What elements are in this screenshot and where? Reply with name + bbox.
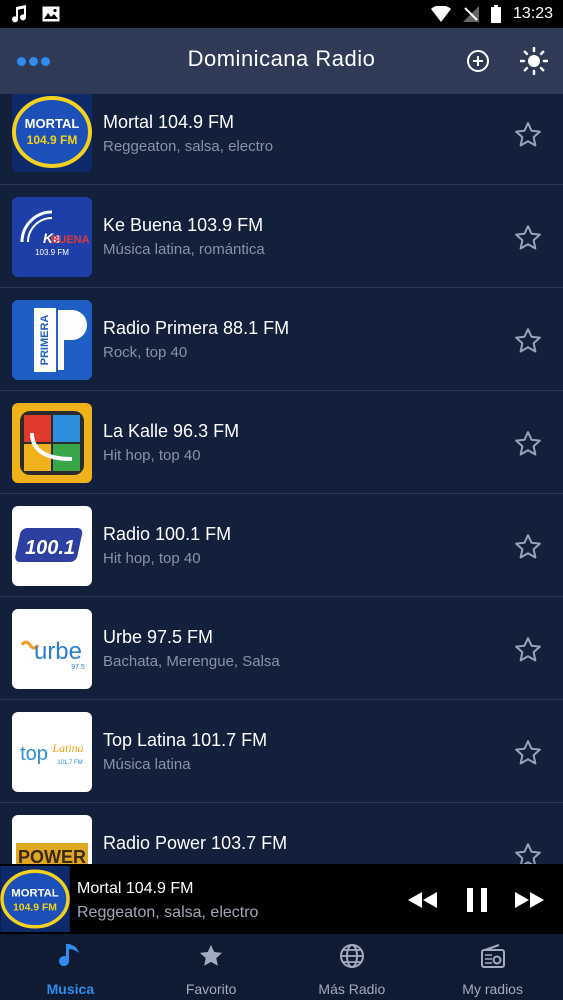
status-bar: 13:23	[0, 0, 563, 28]
favorite-star-icon[interactable]	[513, 326, 543, 356]
svg-text:103.9 FM: 103.9 FM	[35, 248, 69, 257]
tab-my-radios[interactable]: My radios	[422, 934, 563, 1000]
favorite-star-icon[interactable]	[513, 120, 543, 150]
station-genre: Rock, top 40	[103, 344, 188, 361]
tab-label: Más Radio	[318, 981, 386, 997]
bottom-navigation: Musica Favorito Más Radio My radios	[0, 934, 563, 1000]
station-row[interactable]: PRIMERA Radio Primera 88.1 FM Rock, top …	[0, 288, 563, 391]
svg-text:urbe: urbe	[34, 638, 82, 665]
station-logo: MORTAL 104.9 FM	[12, 94, 92, 172]
svg-text:101.7 FM: 101.7 FM	[57, 760, 82, 766]
station-logo: top Latina 101.7 FM	[12, 712, 92, 792]
svg-text:104.9 FM: 104.9 FM	[13, 902, 57, 913]
tab-label: Musica	[46, 981, 95, 997]
station-logo: Ke BUENA 103.9 FM	[12, 197, 92, 277]
station-genre: Música latina, romántica	[103, 241, 265, 258]
station-name: La Kalle 96.3 FM	[103, 421, 240, 441]
favorite-star-icon[interactable]	[513, 635, 543, 665]
add-circle-icon[interactable]	[464, 47, 492, 75]
station-row[interactable]: top Latina 101.7 FM Top Latina 101.7 FM Mú…	[0, 700, 563, 803]
favorite-star-icon[interactable]	[513, 532, 543, 562]
station-row[interactable]: 100.1 Radio 100.1 FM Hit hop, top 40	[0, 494, 563, 597]
station-name: Urbe 97.5 FM	[103, 627, 214, 647]
pause-icon[interactable]	[460, 884, 494, 916]
svg-text:MORTAL: MORTAL	[25, 116, 80, 131]
now-playing-title: Mortal 104.9 FM	[77, 880, 194, 897]
image-notification-icon	[42, 6, 60, 22]
tab-label: My radios	[462, 981, 523, 997]
favorite-star-icon[interactable]	[513, 223, 543, 253]
mini-player[interactable]: MORTAL 104.9 FM Mortal 104.9 FM Reggeaton…	[0, 864, 563, 934]
globe-icon	[338, 942, 366, 975]
station-name: Top Latina 101.7 FM	[103, 730, 268, 750]
station-genre: Hit hop, top 40	[103, 447, 201, 464]
svg-text:POWER: POWER	[18, 847, 86, 864]
now-playing-logo: MORTAL 104.9 FM	[0, 866, 70, 932]
rewind-icon[interactable]	[406, 884, 440, 916]
station-genre: Bachata, Merengue, Salsa	[103, 653, 280, 670]
favorite-star-icon[interactable]	[513, 429, 543, 459]
svg-text:top: top	[20, 743, 48, 765]
svg-text:MORTAL: MORTAL	[11, 887, 58, 899]
station-logo	[12, 403, 92, 483]
station-name: Radio Primera 88.1 FM	[103, 318, 290, 338]
tab-mas-radio[interactable]: Más Radio	[282, 934, 423, 1000]
station-name: Radio 100.1 FM	[103, 524, 232, 544]
battery-icon	[490, 5, 501, 23]
status-time: 13:23	[512, 5, 553, 22]
svg-text:100.1: 100.1	[25, 537, 75, 559]
now-playing-genre: Reggeaton, salsa, electro	[77, 904, 259, 921]
station-row[interactable]: La Kalle 96.3 FM Hit hop, top 40	[0, 391, 563, 494]
station-logo: urbe 97.5	[12, 609, 92, 689]
tab-favorito[interactable]: Favorito	[141, 934, 282, 1000]
svg-text:Latina: Latina	[51, 741, 83, 755]
station-genre: Hit hop, top 40	[103, 550, 201, 567]
station-row[interactable]: MORTAL 104.9 FM Mortal 104.9 FM Reggeaton…	[0, 94, 563, 185]
station-genre: Música latina	[103, 756, 191, 773]
tab-musica[interactable]: Musica	[0, 934, 141, 1000]
music-note-icon	[57, 942, 83, 975]
station-list[interactable]: MORTAL 104.9 FM Mortal 104.9 FM Reggeaton…	[0, 94, 563, 864]
music-notification-icon	[10, 5, 30, 23]
station-name: Radio Power 103.7 FM	[103, 833, 288, 853]
svg-text:104.9 FM: 104.9 FM	[27, 133, 78, 147]
svg-text:PRIMERA: PRIMERA	[39, 315, 51, 366]
svg-text:BUENA: BUENA	[50, 234, 89, 246]
station-row[interactable]: urbe 97.5 Urbe 97.5 FM Bachata, Merengue,…	[0, 597, 563, 700]
station-logo: POWER	[12, 815, 92, 864]
station-row[interactable]: Ke BUENA 103.9 FM Ke Buena 103.9 FM Música…	[0, 185, 563, 288]
radio-icon	[479, 942, 507, 975]
station-row[interactable]: POWER Radio Power 103.7 FM	[0, 803, 563, 864]
star-icon	[197, 942, 225, 975]
favorite-star-icon[interactable]	[513, 841, 543, 864]
svg-text:97.5: 97.5	[71, 664, 85, 671]
station-logo: 100.1	[12, 506, 92, 586]
app-bar: Dominicana Radio	[0, 28, 563, 94]
favorite-star-icon[interactable]	[513, 738, 543, 768]
no-signal-icon	[462, 6, 479, 22]
wifi-icon	[430, 6, 451, 22]
fast-forward-icon[interactable]	[512, 884, 546, 916]
station-logo: PRIMERA	[12, 300, 92, 380]
station-genre: Reggeaton, salsa, electro	[103, 138, 274, 155]
sun-icon[interactable]	[520, 47, 548, 75]
station-name: Ke Buena 103.9 FM	[103, 215, 264, 235]
station-name: Mortal 104.9 FM	[103, 112, 235, 132]
tab-label: Favorito	[185, 981, 237, 997]
